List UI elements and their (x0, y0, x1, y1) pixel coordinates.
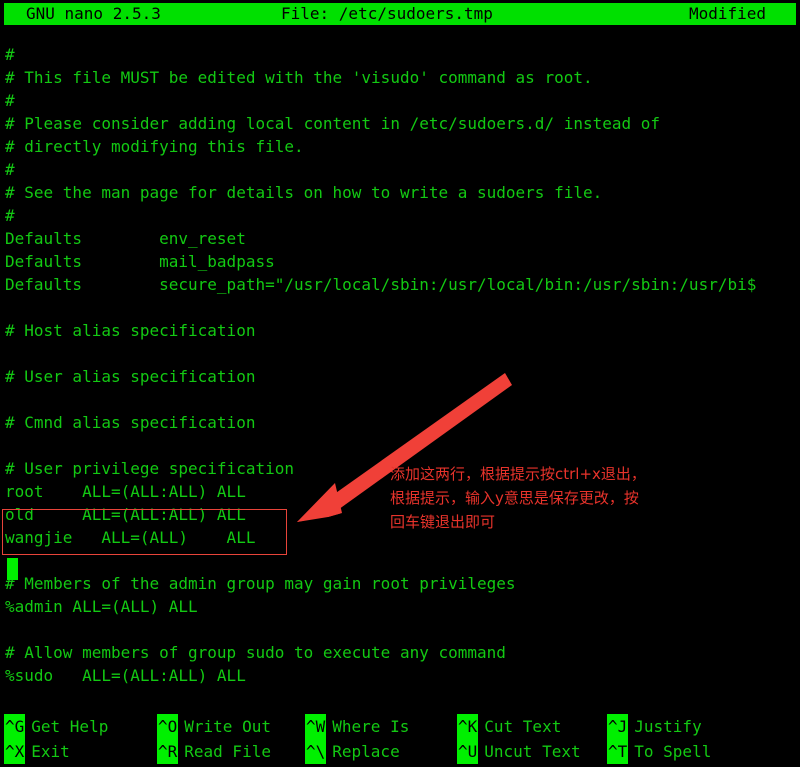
shortcut-action-label: Where Is (332, 717, 410, 736)
editor-line: # Host alias specification (5, 321, 256, 340)
editor-line: # Please consider adding local content i… (5, 114, 661, 133)
shortcut-action-label: Exit (31, 742, 70, 761)
shortcut-where-is[interactable]: ^W Where Is (305, 714, 409, 739)
shortcut-action-label: To Spell (634, 742, 712, 761)
shortcut-cut-text[interactable]: ^K Cut Text (457, 714, 561, 739)
shortcut-exit[interactable]: ^X Exit (4, 739, 70, 764)
text-cursor (7, 558, 18, 580)
editor-line: wangjie ALL=(ALL) ALL (5, 528, 256, 547)
shortcut-write-out[interactable]: ^O Write Out (157, 714, 271, 739)
title-bar: GNU nano 2.5.3 File: /etc/sudoers.tmp Mo… (4, 3, 796, 25)
editor-line: old ALL=(ALL:ALL) ALL (5, 505, 246, 524)
editor-line: # Allow members of group sudo to execute… (5, 643, 506, 662)
shortcut-action-label: Justify (634, 717, 702, 736)
editor-line: # (5, 206, 15, 225)
shortcut-action-label: Uncut Text (484, 742, 581, 761)
editor-line: # (5, 91, 15, 110)
shortcut-key-label: ^U (457, 739, 479, 764)
shortcut-to-spell[interactable]: ^T To Spell (607, 739, 711, 764)
editor-line: root ALL=(ALL:ALL) ALL (5, 482, 246, 501)
editor-line: # This file MUST be edited with the 'vis… (5, 68, 593, 87)
editor-line: # Cmnd alias specification (5, 413, 256, 432)
editor-line: Defaults env_reset (5, 229, 246, 248)
shortcut-key-label: ^G (4, 714, 26, 739)
editor-line: # User privilege specification (5, 459, 294, 478)
file-path-label: File: /etc/sudoers.tmp (281, 4, 493, 23)
editor-line: Defaults mail_badpass (5, 252, 275, 271)
modified-status-label: Modified (689, 4, 767, 23)
editor-line: Defaults secure_path="/usr/local/sbin:/u… (5, 275, 757, 294)
editor-line: # See the man page for details on how to… (5, 183, 603, 202)
shortcut-justify[interactable]: ^J Justify (607, 714, 702, 739)
shortcut-action-label: Get Help (31, 717, 109, 736)
editor-line: %admin ALL=(ALL) ALL (5, 597, 198, 616)
shortcut-action-label: Read File (184, 742, 271, 761)
editor-line: # (5, 45, 15, 64)
shortcut-key-label: ^\ (305, 739, 327, 764)
shortcut-key-label: ^W (305, 714, 327, 739)
shortcut-action-label: Replace (332, 742, 400, 761)
shortcut-key-label: ^O (157, 714, 179, 739)
editor-line: %sudo ALL=(ALL:ALL) ALL (5, 666, 246, 685)
editor-line: # User alias specification (5, 367, 256, 386)
shortcut-key-label: ^T (607, 739, 629, 764)
shortcut-get-help[interactable]: ^G Get Help (4, 714, 108, 739)
shortcut-action-label: Write Out (184, 717, 271, 736)
editor-text-area[interactable]: # # This file MUST be edited with the 'vi… (0, 43, 800, 703)
shortcut-key-label: ^R (157, 739, 179, 764)
nano-version-label: GNU nano 2.5.3 (26, 4, 161, 23)
shortcut-key-label: ^K (457, 714, 479, 739)
shortcut-read-file[interactable]: ^R Read File (157, 739, 271, 764)
shortcut-help-bar: ^G Get Help ^X Exit ^O Write Out ^R Read File ^W… (0, 714, 800, 767)
shortcut-key-label: ^X (4, 739, 26, 764)
shortcut-replace[interactable]: ^\ Replace (305, 739, 400, 764)
editor-line: # directly modifying this file. (5, 137, 304, 156)
editor-line: # (5, 160, 15, 179)
shortcut-action-label: Cut Text (484, 717, 562, 736)
shortcut-uncut-text[interactable]: ^U Uncut Text (457, 739, 581, 764)
shortcut-key-label: ^J (607, 714, 629, 739)
editor-line: # Members of the admin group may gain ro… (5, 574, 516, 593)
